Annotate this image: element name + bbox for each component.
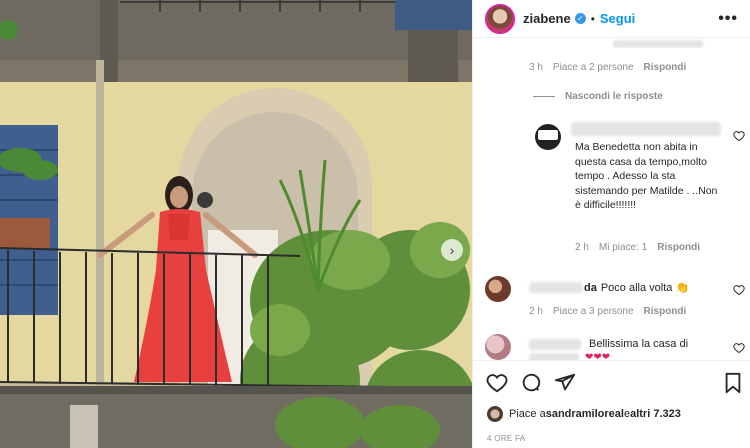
comment-meta: 2 h Mi piace: 1 Rispondi: [575, 242, 700, 253]
profile-avatar[interactable]: [485, 3, 515, 34]
comment-likes[interactable]: Piace a 3 persone: [553, 306, 634, 317]
comment-bubble-icon[interactable]: [520, 372, 542, 394]
like-heart-icon[interactable]: [486, 372, 508, 394]
comment-time: 3 h: [529, 62, 543, 73]
hide-replies-label: Nascondi le risposte: [565, 91, 663, 102]
liker-username[interactable]: sandramiloreal: [546, 408, 624, 420]
post-header: ziabene ✓ • Segui •••: [473, 0, 750, 38]
comment-time: 2 h: [529, 306, 543, 317]
comment-likes[interactable]: Piace a 2 persone: [553, 62, 634, 73]
comment-likes[interactable]: Mi piace: 1: [599, 242, 647, 253]
hearts-emoji: ❤❤❤: [585, 352, 611, 360]
comment-text: Poco alla volta 👏: [600, 282, 690, 294]
comments-list: 3 h Piace a 2 persone Rispondi Nascondi …: [473, 38, 750, 360]
like-comment-heart-icon[interactable]: [733, 284, 745, 296]
commenter-name-redacted[interactable]: [571, 122, 721, 136]
header-separator: •: [590, 11, 595, 26]
commenter-avatar[interactable]: [535, 124, 561, 150]
like-comment-heart-icon[interactable]: [733, 130, 745, 142]
comment-meta: 3 h Piace a 2 persone Rispondi: [529, 62, 686, 73]
likes-prefix: Piace a: [509, 408, 546, 420]
share-paper-plane-icon[interactable]: [554, 372, 576, 394]
reply-button[interactable]: Rispondi: [644, 306, 687, 317]
replies-line: [533, 95, 555, 97]
reply-button[interactable]: Rispondi: [644, 62, 687, 73]
reply-button[interactable]: Rispondi: [657, 242, 700, 253]
likes-others-link[interactable]: altri 7.323: [630, 408, 681, 420]
commenter-avatar[interactable]: [485, 276, 511, 302]
carousel-next-button[interactable]: ›: [441, 239, 463, 261]
follow-button[interactable]: Segui: [600, 11, 635, 26]
post-actions: Piace a sandramiloreal e altri 7.323 4 O…: [473, 360, 750, 448]
likes-summary: Piace a sandramiloreal e altri 7.323: [487, 406, 681, 422]
commenter-name-redacted[interactable]: [529, 282, 583, 293]
comment-row: da Poco alla volta 👏: [529, 281, 689, 294]
commenter-name-suffix[interactable]: da: [584, 282, 597, 294]
comment-row: Bellissima la casa di: [529, 338, 688, 350]
commenter-name-redacted[interactable]: [529, 338, 581, 350]
comment-time: 2 h: [575, 242, 589, 253]
hide-replies-button[interactable]: Nascondi le risposte: [533, 91, 663, 102]
clipped-comment-text: [523, 38, 723, 48]
like-comment-heart-icon[interactable]: [733, 342, 745, 354]
post-side-panel: ziabene ✓ • Segui ••• 3 h Piace a 2 pers…: [472, 0, 750, 448]
post-photo: ›: [0, 0, 472, 448]
verified-badge-icon: ✓: [574, 13, 586, 24]
liker-avatar[interactable]: [487, 406, 503, 422]
photo-illustration: [0, 0, 472, 448]
save-bookmark-icon[interactable]: [723, 372, 743, 394]
post-date: 4 ORE FA: [487, 434, 526, 443]
comment-text: Bellissima la casa di: [589, 338, 689, 350]
username-link[interactable]: ziabene: [523, 11, 571, 26]
comment-row-continuation: ❤❤❤: [529, 352, 610, 360]
commenter-avatar[interactable]: [485, 334, 511, 360]
comment-meta: 2 h Piace a 3 persone Rispondi: [529, 306, 686, 317]
comment-text: Ma Benedetta non abita in questa casa da…: [575, 141, 718, 211]
more-options-icon[interactable]: •••: [718, 10, 738, 28]
